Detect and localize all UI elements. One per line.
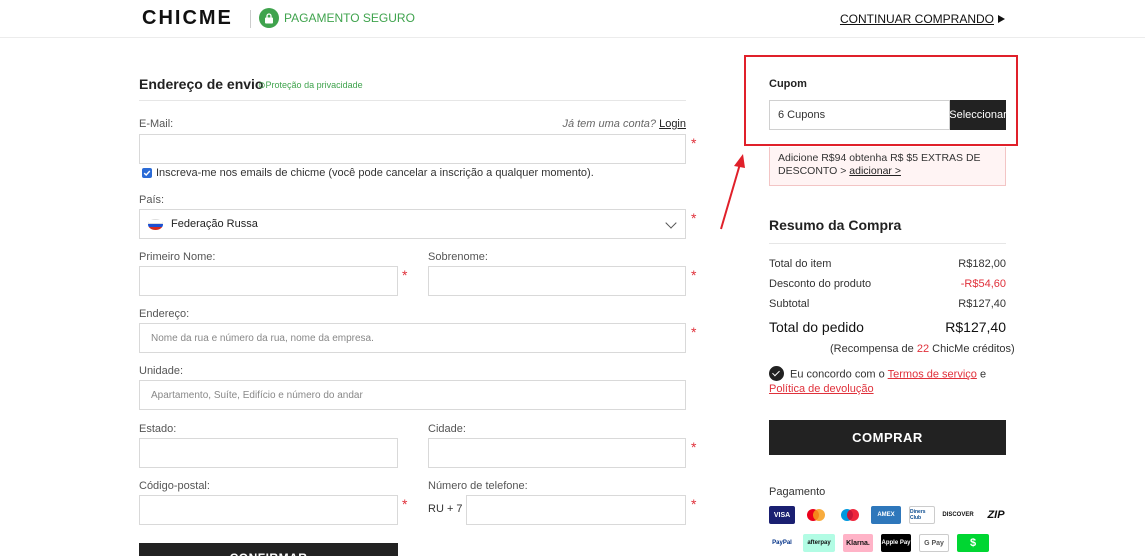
summary-row: Subtotal R$127,40 [769, 298, 1006, 310]
required-mark: * [402, 496, 408, 512]
summary-row-value: R$182,00 [958, 258, 1006, 270]
unit-field[interactable]: Apartamento, Suíte, Edifício e número do… [139, 380, 686, 410]
amex-icon: AMEX [871, 506, 901, 524]
terms-agreement: Eu concordo com o Termos de serviço e Po… [769, 366, 1009, 397]
email-label: E-Mail: [139, 118, 174, 130]
address-field[interactable]: Nome da rua e número da rua, nome da emp… [139, 323, 686, 353]
reward-suffix: ChicMe créditos) [932, 343, 1015, 355]
maestro-icon [837, 506, 863, 524]
summary-row-value: R$127,40 [945, 319, 1006, 335]
state-field[interactable] [139, 438, 398, 468]
mastercard-icon [803, 506, 829, 524]
afterpay-icon: afterpay [803, 534, 835, 552]
city-label: Cidade: [428, 423, 466, 435]
payment-methods-row: PayPal afterpay Klarna. Apple Pay G Pay … [769, 534, 989, 552]
required-mark: * [691, 496, 697, 512]
reward-prefix: (Recompensa de [830, 343, 914, 355]
chicme-logo[interactable]: CHICME [142, 7, 233, 30]
diners-club-icon: Diners Club [909, 506, 935, 524]
order-total-row: Total do pedido R$127,40 [769, 319, 1006, 335]
secure-payment-label: PAGAMENTO SEGURO [284, 11, 415, 25]
required-mark: * [691, 135, 697, 151]
last-name-label: Sobrenome: [428, 251, 488, 263]
chevron-down-icon [665, 217, 677, 229]
promo-banner: Adicione R$94 obtenha R$ $5 EXTRAS DE DE… [769, 147, 1006, 186]
section-divider [139, 100, 686, 101]
country-select[interactable]: Federação Russa [139, 209, 686, 239]
summary-row: Desconto do produto -R$54,60 [769, 278, 1006, 290]
first-name-label: Primeiro Nome: [139, 251, 216, 263]
required-mark: * [691, 210, 697, 226]
agree-prefix: Eu concordo com o [790, 368, 885, 381]
terms-link[interactable]: Termos de serviço [888, 368, 977, 380]
city-field[interactable] [428, 438, 686, 468]
payment-methods-row: VISA AMEX Diners Club DISCOVER ZIP [769, 506, 1011, 524]
phone-field[interactable] [466, 495, 686, 525]
klarna-icon: Klarna. [843, 534, 873, 552]
last-name-field[interactable] [428, 266, 686, 296]
play-arrow-icon [998, 15, 1005, 23]
phone-label: Número de telefone: [428, 480, 528, 492]
subscribe-option[interactable]: Inscreva-me nos emails de chicme (você p… [142, 167, 594, 179]
continue-shopping-link[interactable]: CONTINUAR COMPRANDO [840, 12, 1005, 26]
summary-row-value: R$127,40 [958, 298, 1006, 310]
checkmark-circle-icon[interactable] [769, 366, 784, 381]
checkbox-checked-icon[interactable] [142, 168, 152, 178]
first-name-field[interactable] [139, 266, 398, 296]
shipping-title: Endereço de envio [139, 76, 264, 92]
summary-row-label: Total do pedido [769, 319, 864, 335]
confirm-button[interactable]: CONFIRMAR [139, 543, 398, 556]
privacy-protection-link[interactable]: ⊙Proteção da privacidade [258, 80, 363, 91]
payment-title: Pagamento [769, 486, 826, 498]
agree-join: e [979, 368, 987, 381]
unit-label: Unidade: [139, 365, 184, 377]
zip-icon: ZIP [987, 509, 1005, 521]
login-link[interactable]: Login [659, 118, 686, 130]
required-mark: * [402, 267, 408, 283]
paypal-icon: PayPal [772, 540, 792, 546]
country-label: País: [139, 194, 165, 206]
cash-app-icon: $ [957, 534, 989, 552]
country-value: Federação Russa [171, 218, 258, 230]
coupon-title: Cupom [769, 78, 807, 90]
top-header: CHICME PAGAMENTO SEGURO CONTINUAR COMPRA… [0, 0, 1145, 38]
summary-title: Resumo da Compra [769, 217, 902, 233]
reward-text: (Recompensa de 22 ChicMe créditos) [830, 343, 1015, 355]
login-hint-text: Já tem uma conta? [562, 118, 657, 130]
address-label: Endereço: [139, 308, 190, 320]
russia-flag-icon [148, 218, 163, 230]
lock-icon [259, 8, 279, 28]
discover-icon: DISCOVER [942, 512, 974, 518]
zip-label: Código-postal: [139, 480, 210, 492]
continue-shopping-label: CONTINUAR COMPRANDO [839, 12, 994, 26]
annotation-arrow-icon [720, 154, 745, 230]
return-policy-link[interactable]: Política de devolução [769, 383, 874, 395]
subscribe-label: Inscreva-me nos emails de chicme (você p… [156, 167, 594, 179]
summary-row-label: Total do item [769, 258, 832, 270]
promo-add-link[interactable]: adicionar > [849, 165, 901, 177]
summary-row-label: Desconto do produto [769, 278, 872, 290]
secure-payment-badge: PAGAMENTO SEGURO [259, 8, 415, 28]
visa-icon: VISA [769, 506, 795, 524]
login-hint: Já tem uma conta? Login [562, 118, 686, 130]
coupon-input[interactable]: 6 Cupons [769, 100, 950, 130]
summary-row: Total do item R$182,00 [769, 258, 1006, 270]
required-mark: * [691, 267, 697, 283]
summary-row-value: -R$54,60 [960, 278, 1006, 290]
summary-row-label: Subtotal [769, 298, 810, 310]
state-label: Estado: [139, 423, 177, 435]
email-field[interactable] [139, 134, 686, 164]
required-mark: * [691, 324, 697, 340]
google-pay-icon: G Pay [919, 534, 949, 552]
phone-prefix[interactable]: RU + 7 [428, 503, 463, 515]
summary-divider [769, 243, 1006, 244]
required-mark: * [691, 439, 697, 455]
select-coupon-button[interactable]: Seleccionar [949, 100, 1007, 130]
apple-pay-icon: Apple Pay [881, 534, 911, 552]
zip-field[interactable] [139, 495, 398, 525]
buy-button[interactable]: COMPRAR [769, 420, 1006, 455]
reward-points: 22 [916, 343, 930, 355]
header-divider [250, 10, 251, 28]
